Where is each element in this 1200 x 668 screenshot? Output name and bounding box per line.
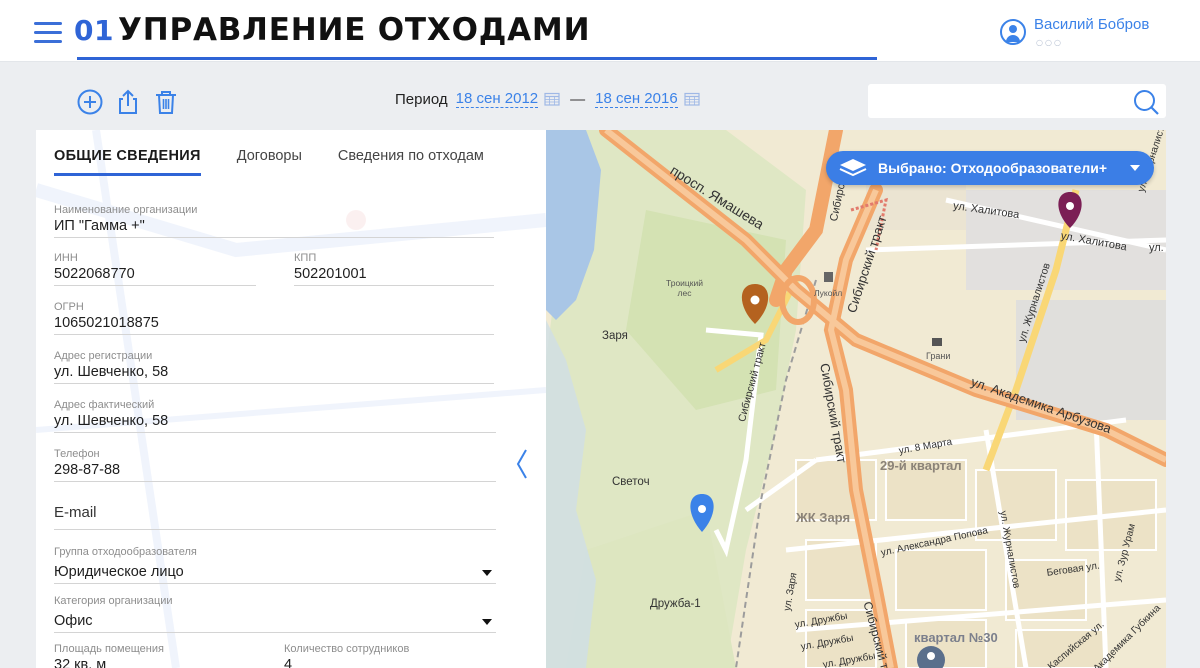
date-from[interactable]: 18 сен 2012 bbox=[455, 90, 539, 108]
user-status-dots: ○○○ bbox=[1036, 38, 1063, 47]
tab-contracts[interactable]: Договоры bbox=[237, 148, 302, 176]
inn-label: ИНН bbox=[54, 252, 78, 264]
inn-field[interactable]: ИНН 5022068770 bbox=[54, 252, 256, 286]
employees-value[interactable]: 4 bbox=[284, 657, 484, 668]
user-avatar-icon[interactable] bbox=[1000, 19, 1026, 45]
user-name[interactable]: Василий Бобров bbox=[1034, 16, 1149, 33]
employees-label: Количество сотрудников bbox=[284, 643, 410, 655]
page-title: УПРАВЛЕНИЕ ОТХОДАМИ bbox=[118, 12, 591, 48]
date-separator: — bbox=[570, 90, 586, 108]
layers-icon bbox=[839, 159, 867, 177]
area-label: Площадь помещения bbox=[54, 643, 164, 655]
trash-icon[interactable] bbox=[152, 88, 180, 116]
email-placeholder[interactable]: E-mail bbox=[54, 504, 496, 530]
date-to[interactable]: 18 сен 2016 bbox=[595, 90, 678, 108]
calendar-icon[interactable] bbox=[544, 92, 560, 106]
group-label: Группа отходообразователя bbox=[54, 546, 197, 558]
fuel-station-icon[interactable] bbox=[824, 272, 833, 282]
category-label: Категория организации bbox=[54, 595, 173, 607]
kpp-value[interactable]: 502201001 bbox=[294, 266, 494, 286]
plus-circle-icon[interactable] bbox=[76, 88, 104, 116]
calendar-icon[interactable] bbox=[684, 92, 700, 106]
ogrn-value[interactable]: 1065021018875 bbox=[54, 315, 494, 335]
tab-bar: ОБЩИЕ СВЕДЕНИЯ Договоры Сведения по отхо… bbox=[54, 148, 520, 176]
period-label: Период bbox=[395, 90, 448, 108]
chevron-left-icon[interactable] bbox=[514, 448, 530, 480]
layer-selector-label: Выбрано: Отходообразователи+ bbox=[878, 160, 1107, 176]
org-name-label: Наименование организации bbox=[54, 204, 198, 216]
tab-waste-info[interactable]: Сведения по отходам bbox=[338, 148, 484, 176]
category-value[interactable]: Офис bbox=[54, 613, 496, 633]
org-name-value[interactable]: ИП "Гамма +" bbox=[54, 218, 494, 238]
page-number: 01 bbox=[74, 14, 114, 47]
ogrn-label: ОГРН bbox=[54, 301, 84, 313]
phone-label: Телефон bbox=[54, 448, 100, 460]
map-canvas[interactable] bbox=[546, 130, 1166, 668]
period-filter: Период 18 сен 2012 — 18 сен 2016 bbox=[395, 90, 700, 108]
chevron-down-icon bbox=[1130, 165, 1140, 171]
app-header: 01 УПРАВЛЕНИЕ ОТХОДАМИ Василий Бобров ○○… bbox=[0, 0, 1200, 62]
group-select[interactable]: Группа отходообразователя Юридическое ли… bbox=[54, 546, 496, 584]
area-value[interactable]: 32 кв. м bbox=[54, 657, 254, 668]
fact-address-value[interactable]: ул. Шевченко, 58 bbox=[54, 413, 496, 433]
title-underline bbox=[77, 57, 877, 60]
kpp-field[interactable]: КПП 502201001 bbox=[294, 252, 494, 286]
group-value[interactable]: Юридическое лицо bbox=[54, 564, 496, 584]
details-panel: ОБЩИЕ СВЕДЕНИЯ Договоры Сведения по отхо… bbox=[36, 130, 546, 668]
search-icon[interactable] bbox=[1132, 88, 1160, 116]
employees-field[interactable]: Количество сотрудников 4 bbox=[284, 643, 484, 668]
reg-address-field[interactable]: Адрес регистрации ул. Шевченко, 58 bbox=[54, 350, 494, 384]
fact-address-label: Адрес фактический bbox=[54, 399, 155, 411]
phone-field[interactable]: Телефон 298-87-88 bbox=[54, 448, 496, 482]
email-field[interactable]: E-mail bbox=[54, 502, 496, 530]
reg-address-label: Адрес регистрации bbox=[54, 350, 153, 362]
search-box bbox=[868, 84, 1166, 118]
tab-general[interactable]: ОБЩИЕ СВЕДЕНИЯ bbox=[54, 148, 201, 176]
user-menu[interactable]: Василий Бобров ○○○ bbox=[1000, 16, 1149, 47]
ogrn-field[interactable]: ОГРН 1065021018875 bbox=[54, 301, 494, 335]
area-field[interactable]: Площадь помещения 32 кв. м bbox=[54, 643, 254, 668]
shop-cart-icon[interactable] bbox=[932, 338, 942, 346]
category-select[interactable]: Категория организации Офис bbox=[54, 595, 496, 633]
kpp-label: КПП bbox=[294, 252, 317, 264]
search-input[interactable] bbox=[868, 84, 1118, 118]
fact-address-field[interactable]: Адрес фактический ул. Шевченко, 58 bbox=[54, 399, 496, 433]
menu-icon[interactable] bbox=[34, 22, 62, 44]
map-view[interactable]: просп. Ямашева Сибирский Сибирский тракт… bbox=[546, 130, 1166, 668]
reg-address-value[interactable]: ул. Шевченко, 58 bbox=[54, 364, 494, 384]
org-name-field[interactable]: Наименование организации ИП "Гамма +" bbox=[54, 204, 494, 238]
layer-selector-button[interactable]: Выбрано: Отходообразователи+ bbox=[826, 151, 1154, 185]
inn-value[interactable]: 5022068770 bbox=[54, 266, 256, 286]
share-upload-icon[interactable] bbox=[114, 88, 142, 116]
phone-value[interactable]: 298-87-88 bbox=[54, 462, 496, 482]
